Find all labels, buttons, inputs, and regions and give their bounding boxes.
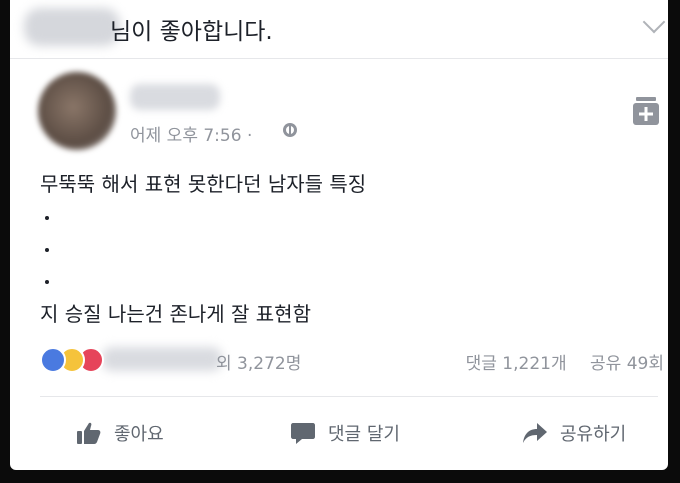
- reaction-count[interactable]: 외 3,272명: [216, 349, 301, 374]
- post-timestamp[interactable]: 어제 오후 7:56 ·: [130, 121, 252, 146]
- avatar[interactable]: [38, 72, 116, 150]
- liked-by-header: 님이 좋아합니다.: [10, 0, 668, 59]
- engagement-stats: 댓글 1,221개 공유 49회: [466, 349, 664, 374]
- like-button-label: 좋아요: [114, 424, 164, 445]
- reaction-bar: 외 3,272명 댓글 1,221개 공유 49회: [40, 345, 668, 375]
- liked-by-text: 님이 좋아합니다.: [110, 19, 273, 45]
- save-icon[interactable]: [630, 95, 662, 127]
- action-bar: 좋아요 댓글 달기 공유하기: [10, 410, 668, 456]
- divider: [40, 396, 658, 397]
- thumbs-up-icon: [77, 422, 101, 444]
- share-icon: [523, 423, 547, 443]
- post-dot: [45, 248, 49, 252]
- like-reaction-icon[interactable]: [40, 347, 66, 373]
- share-button-label: 공유하기: [560, 424, 627, 445]
- share-count[interactable]: 공유 49회: [590, 354, 664, 374]
- like-button[interactable]: 좋아요: [76, 410, 164, 456]
- post-card: 님이 좋아합니다. 어제 오후 7:56 · 무뚝뚝 해서 표현 못한다던 남자…: [10, 0, 668, 470]
- comment-count[interactable]: 댓글 1,221개: [466, 354, 567, 374]
- comment-button[interactable]: 댓글 달기: [290, 410, 400, 456]
- comment-icon: [291, 423, 315, 444]
- chevron-down-icon[interactable]: [642, 10, 666, 34]
- post-text-line-1: 무뚝뚝 해서 표현 못한다던 남자들 특징: [40, 172, 367, 196]
- globe-icon: [283, 123, 297, 137]
- comment-button-label: 댓글 달기: [328, 424, 400, 445]
- blurred-author-name[interactable]: [130, 84, 220, 110]
- post-text-line-2: 지 승질 나는건 존나게 잘 표현함: [40, 302, 311, 326]
- share-button[interactable]: 공유하기: [522, 410, 626, 456]
- blurred-liker-name: [24, 8, 120, 46]
- post-dot: [45, 280, 49, 284]
- post-dot: [45, 216, 49, 220]
- blurred-reactor-name[interactable]: [102, 347, 222, 371]
